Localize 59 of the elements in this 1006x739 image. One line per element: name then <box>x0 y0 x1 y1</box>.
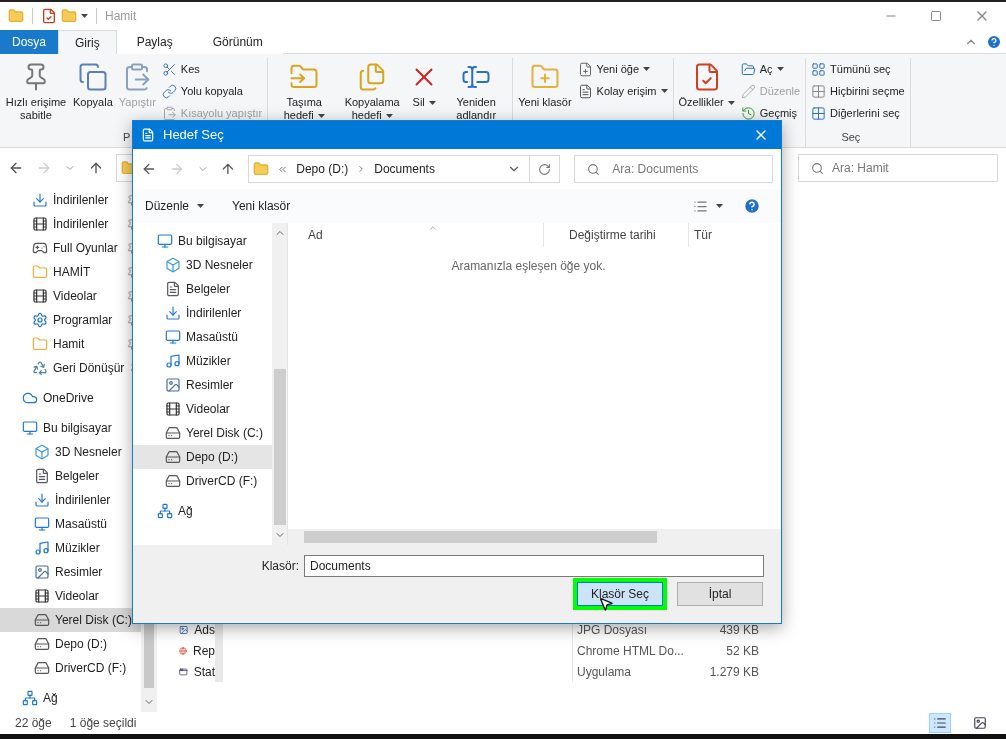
folder-label: Klasör: <box>260 558 299 575</box>
toolbar-button[interactable]: Düzenle <box>145 197 205 215</box>
selection-count: 1 öğe seçildi <box>69 715 137 732</box>
ribbon-button[interactable]: Yolu kopyala <box>161 80 263 102</box>
ribbon-button[interactable]: Kopyalama hedefi <box>341 58 404 122</box>
nav-item[interactable]: İndirilenler <box>0 188 141 212</box>
file-size: 52 KB <box>725 642 759 660</box>
ribbon-button[interactable]: Kes <box>161 58 263 80</box>
ribbon-button[interactable]: Özellikler <box>678 58 735 109</box>
ribbon-button[interactable]: Kopyala <box>73 58 113 109</box>
dialog-title: Hedef Seç <box>163 126 224 145</box>
nav-item[interactable]: Resimler <box>0 560 141 584</box>
group-label: Seç <box>841 130 862 145</box>
dialog-button[interactable]: İptal <box>677 582 763 606</box>
column-header[interactable]: Değiştirme tarihi <box>544 223 689 247</box>
nav-item[interactable]: Yerel Disk (C:) <box>0 608 141 632</box>
column-header[interactable]: Tür <box>689 226 712 244</box>
folder-field[interactable]: Documents <box>304 555 764 577</box>
nav-item[interactable]: Depo (D:) <box>0 632 141 656</box>
file-name[interactable]: Ads <box>194 620 215 639</box>
ribbon-button[interactable]: Diğerlerini seç <box>811 102 905 124</box>
ribbon-tab[interactable]: Görünüm <box>192 30 283 54</box>
group-label: P <box>122 130 132 145</box>
window-title: Hamit <box>105 8 137 25</box>
ribbon-button[interactable]: Aç <box>740 58 801 80</box>
column-header[interactable]: Ad <box>288 223 544 247</box>
search-field[interactable]: Ara: Hamit <box>798 154 998 182</box>
nav-item[interactable]: Videolar <box>0 584 141 608</box>
ribbon-button[interactable]: Hiçbirini seçme <box>811 80 905 102</box>
ribbon-button[interactable]: Yeni öğe <box>577 58 668 80</box>
ribbon-button[interactable]: Yeni klasör <box>518 58 572 109</box>
ribbon-button[interactable]: Tümünü seç <box>811 58 905 80</box>
ribbon-button[interactable]: Taşıma hedefi <box>273 58 336 122</box>
empty-message: Aramanızla eşleşen öğe yok. <box>450 258 607 275</box>
nav-item[interactable]: DriverCD (F:) <box>0 656 141 680</box>
nav-item[interactable]: Müzikler <box>0 536 141 560</box>
search-field[interactable]: Ara: Documents <box>574 155 773 183</box>
ribbon-button[interactable]: Hızlı erişime sabitle <box>5 58 67 122</box>
file-type: Uygulama <box>576 663 633 681</box>
nav-item[interactable]: Ağ <box>0 686 141 710</box>
breadcrumb-item[interactable]: Documents <box>374 160 435 178</box>
file-size: 1.279 KB <box>708 663 759 681</box>
ribbon-button[interactable]: Sil <box>409 58 440 109</box>
item-count: 22 öğe <box>15 715 52 732</box>
ribbon-button[interactable]: Kolay erişim <box>577 80 668 102</box>
ribbon-tab[interactable]: Giriş <box>58 30 117 54</box>
file-type: JPG Dosyası <box>576 621 649 639</box>
ribbon-button[interactable]: Yeniden adlandır <box>445 58 508 122</box>
file-type: Chrome HTML Do... <box>576 642 685 660</box>
ribbon-tab[interactable]: Paylaş <box>116 30 193 54</box>
file-size: 439 KB <box>718 621 759 639</box>
breadcrumb-item[interactable]: Depo (D:) <box>296 160 349 178</box>
file-name[interactable]: Rep <box>193 641 215 660</box>
nav-item[interactable]: Depo (D:) <box>133 445 272 469</box>
toolbar-button[interactable]: Yeni klasör <box>232 197 291 215</box>
address-bar[interactable]: Depo (D:) Documents <box>248 155 531 183</box>
file-name[interactable]: Stat <box>193 662 215 681</box>
ribbon-button[interactable]: Geçmiş <box>740 102 801 124</box>
ribbon-tab[interactable]: Dosya <box>0 30 58 54</box>
